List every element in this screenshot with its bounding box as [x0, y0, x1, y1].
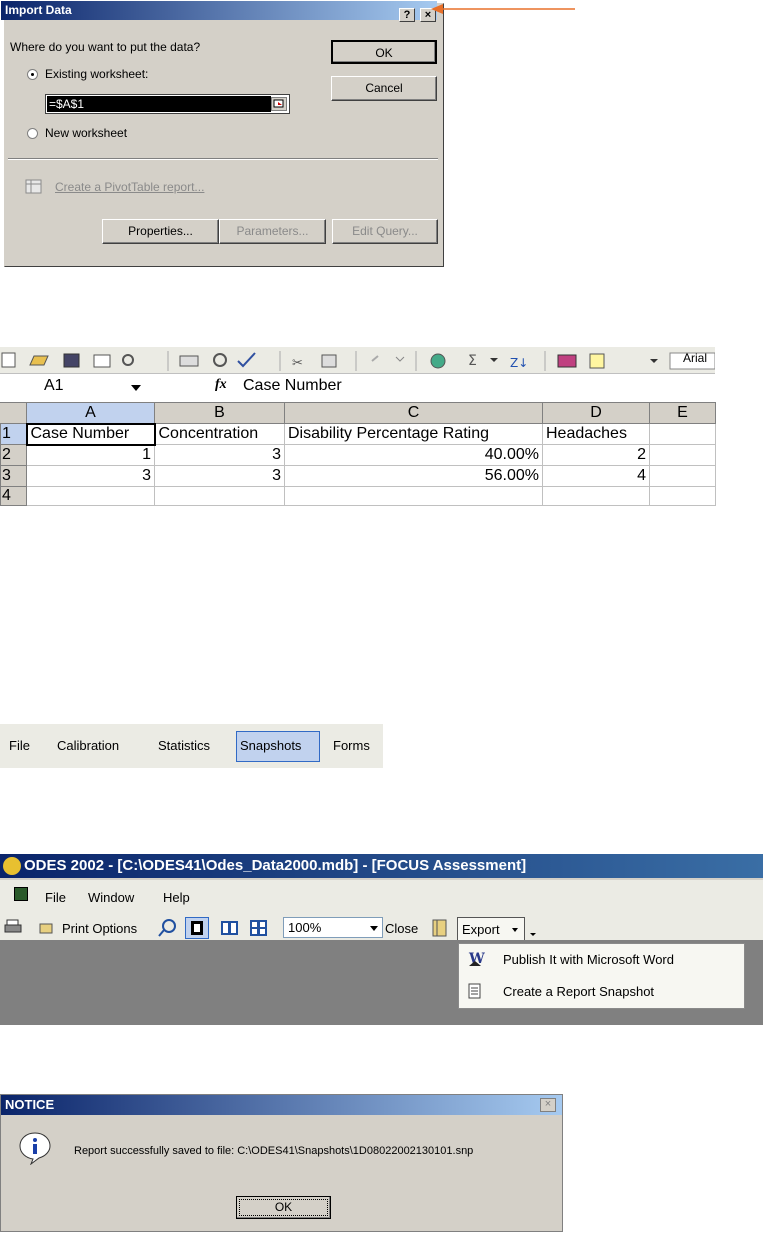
print-icon[interactable] [4, 919, 22, 935]
divider [8, 158, 438, 160]
toolbar-icons: ✂ Σ Z↓ [0, 351, 716, 371]
multiple-pages-icon[interactable] [250, 920, 268, 936]
column-header-d[interactable]: D [542, 402, 650, 424]
one-page-icon[interactable] [185, 917, 209, 939]
cell[interactable] [542, 486, 650, 506]
zoom-dropdown-icon[interactable] [370, 926, 378, 931]
document-icon [14, 887, 28, 901]
column-header-a[interactable]: A [26, 402, 155, 424]
cell[interactable]: 3 [26, 465, 155, 487]
zoom-select[interactable]: 100% [283, 917, 383, 938]
name-box[interactable]: A1 [44, 377, 64, 395]
toolbar-options-icon[interactable] [527, 917, 539, 941]
zoom-icon[interactable] [158, 919, 178, 937]
help-button[interactable]: ? [399, 8, 415, 22]
create-snapshot-item[interactable]: Create a Report Snapshot [503, 984, 654, 999]
cell-ref-value: =$A$1 [47, 96, 271, 112]
menu-calibration[interactable]: Calibration [57, 738, 119, 753]
formula-bar [0, 374, 715, 401]
worksheet-grid: A B C D E 1 Case Number Concentration Di… [0, 402, 716, 506]
cell[interactable]: 3 [154, 465, 285, 487]
cell[interactable]: 40.00% [284, 444, 543, 466]
row-header[interactable]: 4 [0, 486, 27, 506]
formula-content[interactable]: Case Number [243, 377, 342, 395]
cell[interactable]: 2 [542, 444, 650, 466]
cell[interactable]: Disability Percentage Rating [284, 423, 543, 445]
notice-ok-label: OK [239, 1199, 328, 1216]
app-icon [3, 857, 21, 875]
notice-close-icon[interactable]: × [540, 1098, 556, 1112]
publish-word-item[interactable]: Publish It with Microsoft Word [503, 952, 674, 967]
cell-a1[interactable]: Case Number [25, 422, 156, 446]
notice-ok-button[interactable]: OK [236, 1196, 331, 1219]
pivot-table-icon [25, 179, 43, 195]
cell[interactable] [649, 423, 716, 445]
cell[interactable]: Headaches [542, 423, 650, 445]
svg-text:Σ: Σ [468, 353, 477, 369]
menu-forms[interactable]: Forms [333, 738, 370, 753]
odes-menu-window[interactable]: Window [88, 890, 134, 905]
svg-text:✂: ✂ [292, 356, 303, 371]
pivot-table-link: Create a PivotTable report... [55, 180, 205, 194]
row-header[interactable]: 3 [0, 465, 27, 487]
existing-worksheet-radio[interactable] [27, 69, 38, 80]
column-header-e[interactable]: E [649, 402, 716, 424]
cell-ref-input[interactable]: =$A$1 [45, 94, 290, 114]
cell[interactable]: 4 [542, 465, 650, 487]
cell[interactable] [284, 486, 543, 506]
cell[interactable]: 1 [26, 444, 155, 466]
menu-statistics[interactable]: Statistics [158, 738, 210, 753]
menu-snapshots[interactable]: Snapshots [240, 738, 301, 753]
print-options-icon [39, 921, 53, 935]
export-dropdown-icon [512, 928, 518, 932]
new-worksheet-label: New worksheet [45, 126, 128, 140]
row-header[interactable]: 2 [0, 444, 27, 466]
close-preview-button[interactable]: Close [385, 921, 418, 936]
word-icon: W [467, 949, 485, 969]
annotation-arrow-icon [431, 4, 575, 14]
notice-message: Report successfully saved to file: C:\OD… [74, 1145, 474, 1157]
font-name-box[interactable]: Arial [683, 351, 707, 365]
odes-menu-file[interactable]: File [45, 890, 66, 905]
cell[interactable] [649, 444, 716, 466]
column-header-b[interactable]: B [154, 402, 285, 424]
import-dialog-title: Import Data [1, 1, 437, 20]
properties-button[interactable]: Properties... [102, 219, 219, 244]
two-pages-icon[interactable] [221, 920, 239, 936]
name-box-dropdown-icon[interactable] [131, 385, 141, 391]
edit-query-button: Edit Query... [332, 219, 438, 244]
ok-button[interactable]: OK [331, 40, 437, 64]
export-label: Export [462, 922, 500, 937]
row-header[interactable]: 1 [0, 423, 27, 445]
export-button[interactable]: Export [457, 917, 525, 941]
svg-text:Z↓: Z↓ [510, 356, 528, 370]
cell[interactable]: 3 [154, 444, 285, 466]
new-worksheet-radio[interactable] [27, 128, 38, 139]
info-icon [18, 1131, 52, 1166]
collapse-dialog-icon[interactable] [271, 97, 287, 111]
cell[interactable] [649, 465, 716, 487]
zoom-value: 100% [288, 920, 322, 935]
cell[interactable] [26, 486, 155, 506]
corner-cell[interactable] [0, 402, 27, 424]
print-options-button[interactable]: Print Options [62, 921, 137, 936]
fx-icon[interactable]: fx [215, 377, 227, 393]
cell[interactable]: 56.00% [284, 465, 543, 487]
database-window-icon[interactable] [432, 919, 448, 937]
cell[interactable] [154, 486, 285, 506]
column-header-c[interactable]: C [284, 402, 543, 424]
notice-title: NOTICE [1, 1095, 562, 1115]
odes-title-bar: ODES 2002 - [C:\ODES41\Odes_Data2000.mdb… [0, 854, 763, 878]
import-question: Where do you want to put the data? [10, 40, 201, 54]
snapshot-icon [468, 983, 482, 999]
cancel-button[interactable]: Cancel [331, 76, 437, 101]
existing-worksheet-label: Existing worksheet: [45, 67, 149, 81]
cell[interactable]: Concentration [154, 423, 285, 445]
parameters-button: Parameters... [219, 219, 326, 244]
menu-file[interactable]: File [9, 738, 30, 753]
odes-menu-help[interactable]: Help [163, 890, 190, 905]
cell[interactable] [649, 486, 716, 506]
odes-title: ODES 2002 - [C:\ODES41\Odes_Data2000.mdb… [24, 857, 527, 874]
